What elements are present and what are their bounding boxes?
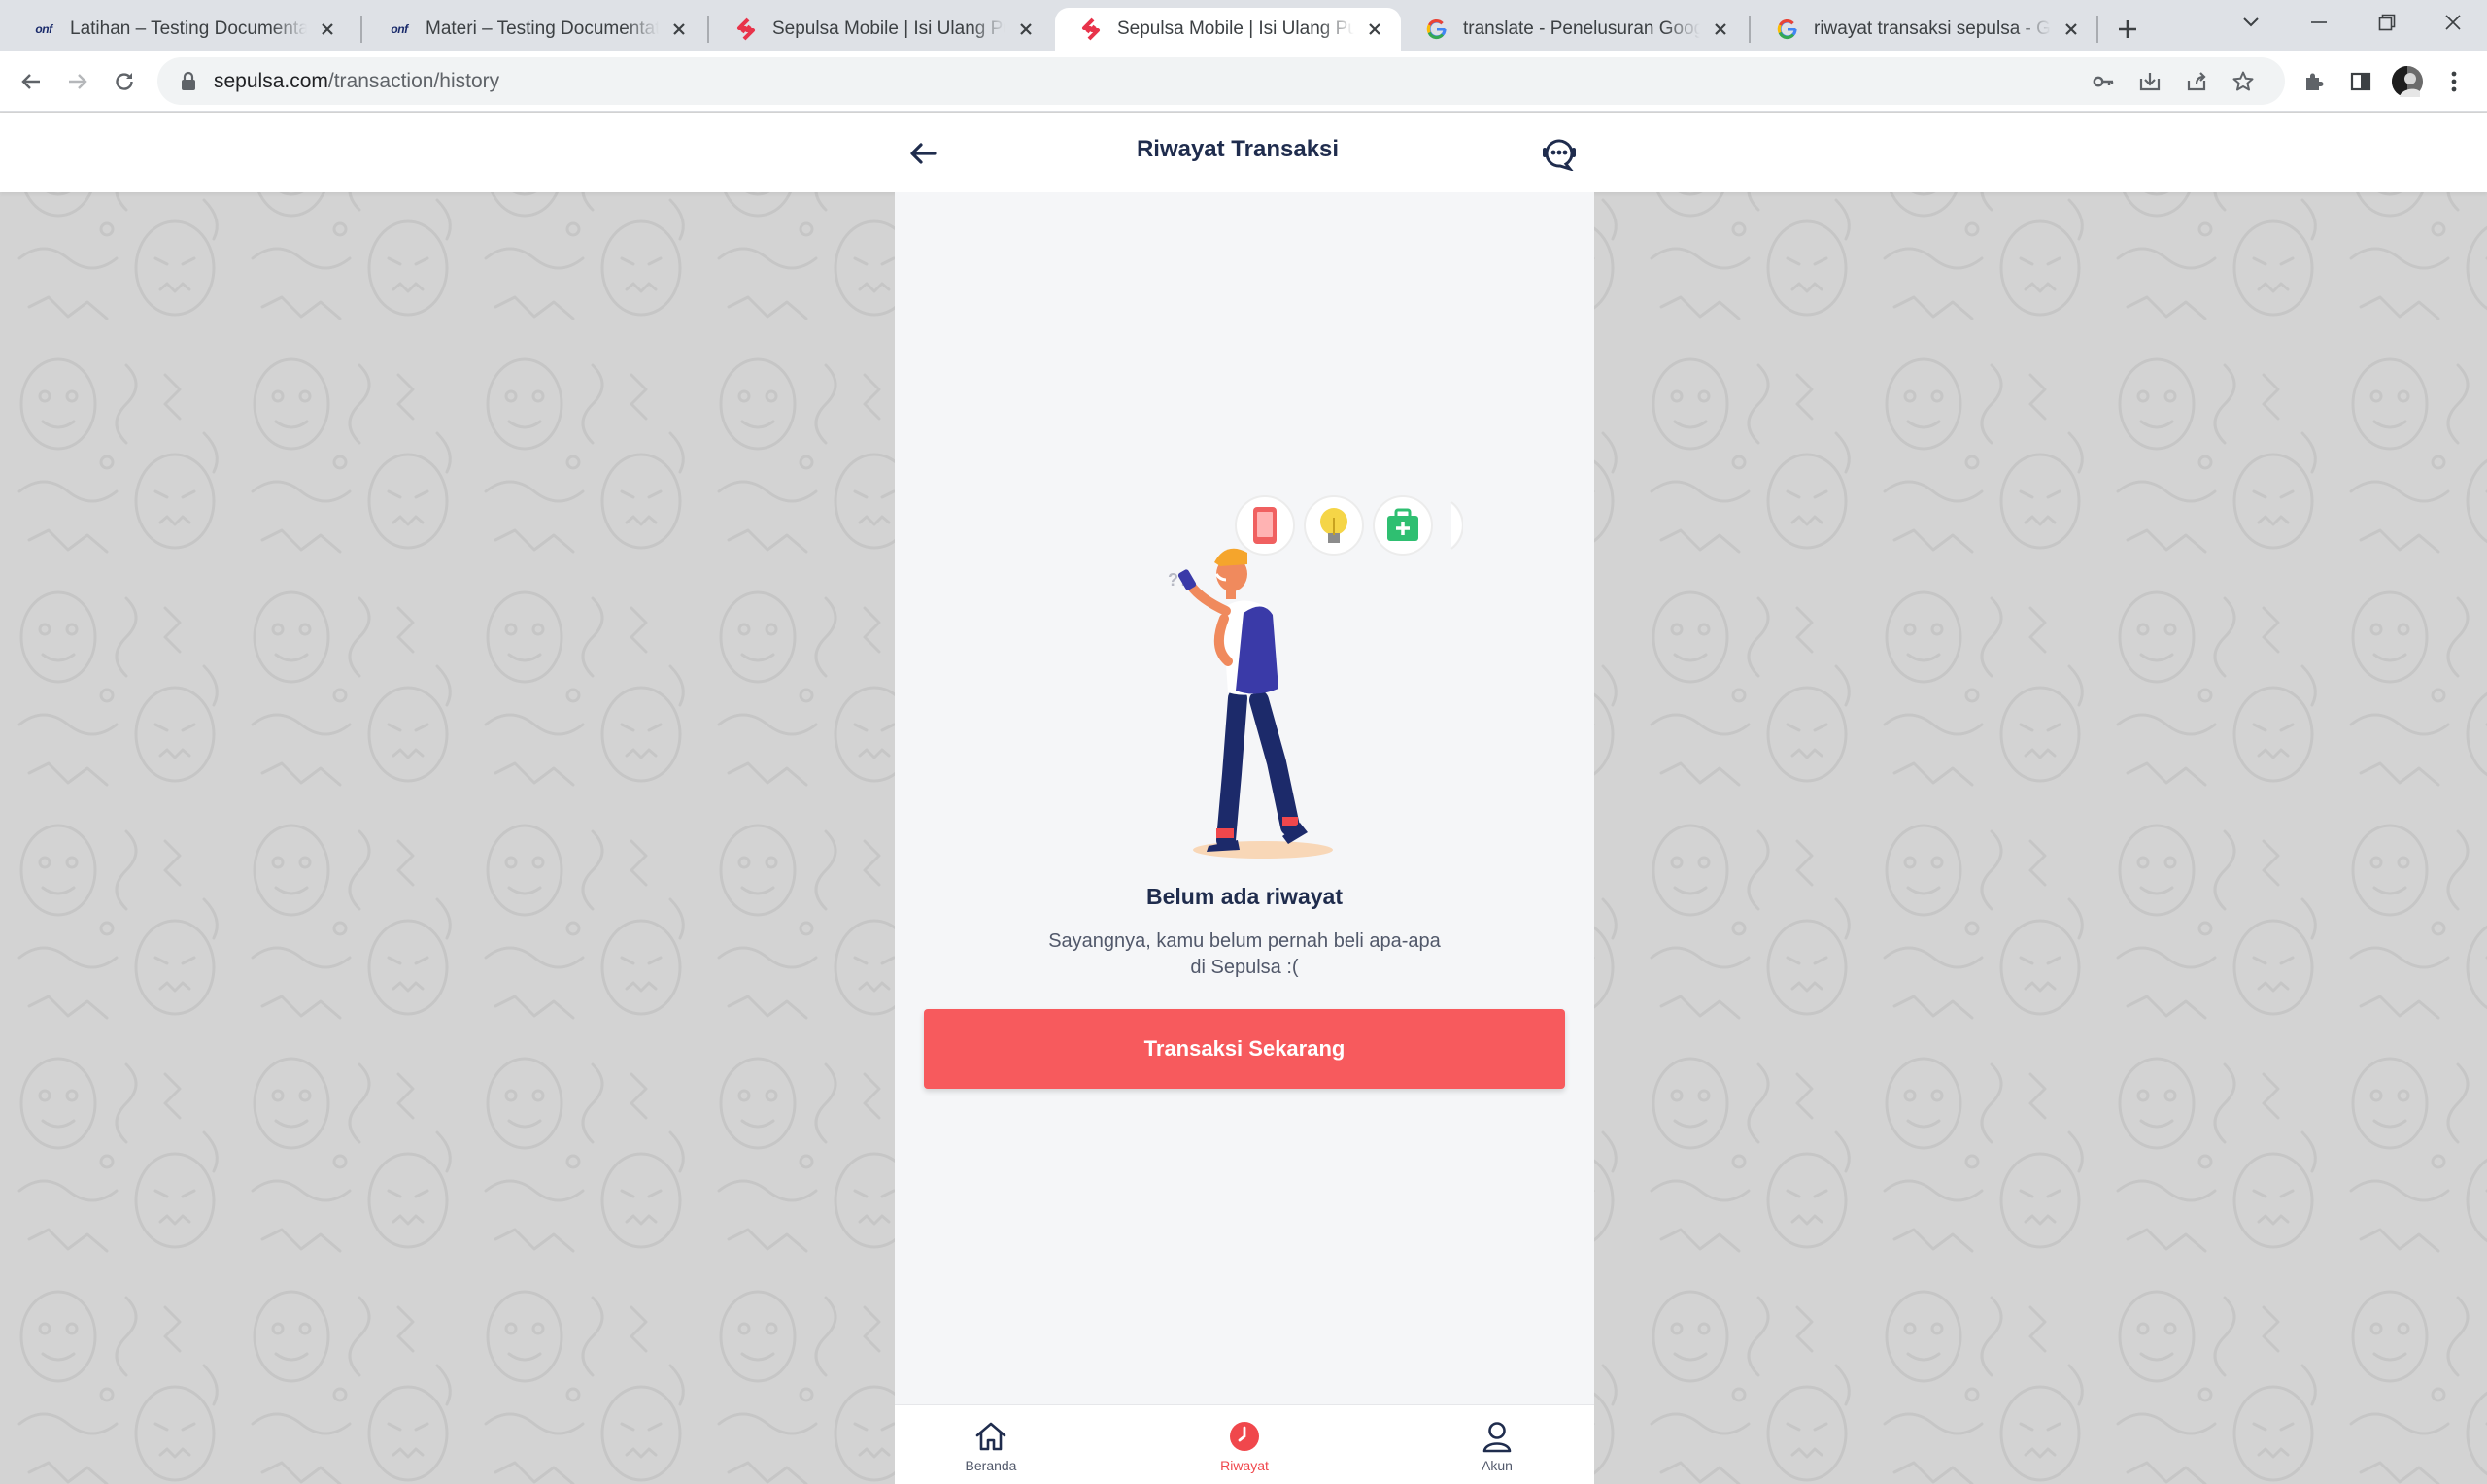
restore-button[interactable] xyxy=(2353,0,2421,45)
history-icon xyxy=(1227,1419,1262,1454)
browser-toolbar: sepulsa.com/transaction/history xyxy=(0,51,2487,112)
sepulsa-logo-icon xyxy=(1078,17,1104,42)
tab-search-button[interactable] xyxy=(2217,0,2285,45)
url-text[interactable]: sepulsa.com/transaction/history xyxy=(214,70,499,93)
close-icon[interactable] xyxy=(666,17,692,42)
page-title: Riwayat Transaksi xyxy=(1136,136,1340,162)
browser-tab[interactable]: onf Materi – Testing Documentation xyxy=(363,8,705,51)
tab-title: translate - Penelusuran Google xyxy=(1463,18,1700,39)
nav-label: Beranda xyxy=(965,1458,1017,1473)
install-app-icon[interactable] xyxy=(2135,67,2164,96)
url-path: /transaction/history xyxy=(327,69,500,92)
key-icon[interactable] xyxy=(2089,67,2118,96)
empty-state-subtitle-line: di Sepulsa :( xyxy=(1190,957,1299,978)
empty-state-title: Belum ada riwayat xyxy=(1146,884,1343,909)
user-icon xyxy=(1480,1419,1515,1454)
lock-icon xyxy=(182,71,195,90)
phone-bubble-icon xyxy=(1235,495,1295,556)
tab-title: Sepulsa Mobile | Isi Ulang Pulsa S xyxy=(1117,18,1354,39)
onf-logo-icon: onf xyxy=(391,22,408,36)
tab-title: Materi – Testing Documentation xyxy=(426,18,659,39)
close-icon[interactable] xyxy=(2059,17,2084,42)
sepulsa-logo-icon xyxy=(733,17,759,42)
transaksi-sekarang-button[interactable]: Transaksi Sekarang xyxy=(924,1009,1565,1089)
empty-state-subtitle: Sayangnya, kamu belum pernah beli apa-ap… xyxy=(1040,928,1448,981)
close-icon[interactable] xyxy=(1013,17,1039,42)
close-icon[interactable] xyxy=(1362,17,1387,42)
home-icon xyxy=(973,1419,1008,1454)
tab-title: riwayat transaksi sepulsa - Googl xyxy=(1814,18,2051,39)
medical-bag-bubble-icon xyxy=(1373,495,1433,556)
extensions-puzzle-icon[interactable] xyxy=(2293,60,2335,103)
back-arrow-icon[interactable] xyxy=(10,60,52,103)
address-bar[interactable]: sepulsa.com/transaction/history xyxy=(157,57,2285,105)
url-domain: sepulsa.com xyxy=(214,69,328,92)
side-panel-icon[interactable] xyxy=(2339,60,2382,103)
nav-item-beranda[interactable]: Beranda xyxy=(933,1419,1049,1473)
close-icon[interactable] xyxy=(315,17,340,42)
reload-icon[interactable] xyxy=(103,60,146,103)
minimize-button[interactable] xyxy=(2285,0,2353,45)
close-window-button[interactable] xyxy=(2419,0,2487,45)
tab-title: Sepulsa Mobile | Isi Ulang Pulsa S xyxy=(772,18,1005,39)
nav-item-riwayat[interactable]: Riwayat xyxy=(1186,1419,1303,1473)
new-tab-button[interactable] xyxy=(2108,10,2147,49)
more-menu-icon[interactable] xyxy=(2433,60,2475,103)
browser-tab-active[interactable]: Sepulsa Mobile | Isi Ulang Pulsa S xyxy=(1055,8,1401,51)
cut-off-bubble-icon xyxy=(1450,501,1463,550)
nav-label: Akun xyxy=(1482,1458,1513,1473)
google-logo-icon xyxy=(1775,17,1800,42)
nav-label: Riwayat xyxy=(1220,1458,1269,1473)
app-header: Riwayat Transaksi xyxy=(0,113,2487,192)
bookmark-star-icon[interactable] xyxy=(2229,67,2258,96)
bottom-navigation: Beranda Riwayat Akun xyxy=(895,1404,1594,1484)
lightbulb-bubble-icon xyxy=(1304,495,1364,556)
empty-state-subtitle-line: Sayangnya, kamu belum pernah beli apa-ap… xyxy=(1048,930,1441,952)
onf-logo-icon: onf xyxy=(35,22,52,36)
tab-title: Latihan – Testing Documentation xyxy=(70,18,307,39)
browser-tab[interactable]: Sepulsa Mobile | Isi Ulang Pulsa S xyxy=(710,8,1052,51)
empty-history-illustration: ?? xyxy=(1168,495,1463,859)
tab-separator xyxy=(1749,16,1751,43)
google-logo-icon xyxy=(1424,17,1449,42)
tab-separator xyxy=(2096,16,2098,43)
browser-tab-strip: onf Latihan – Testing Documentation onf … xyxy=(0,0,2487,51)
nav-item-akun[interactable]: Akun xyxy=(1439,1419,1555,1473)
forward-arrow-icon[interactable] xyxy=(56,60,99,103)
browser-tab[interactable]: riwayat transaksi sepulsa - Googl xyxy=(1752,8,2097,51)
profile-avatar[interactable] xyxy=(2386,60,2429,103)
close-icon[interactable] xyxy=(1708,17,1733,42)
tab-separator xyxy=(707,16,709,43)
back-arrow-icon[interactable] xyxy=(903,134,942,173)
browser-tab[interactable]: translate - Penelusuran Google xyxy=(1401,8,1747,51)
share-icon[interactable] xyxy=(2182,67,2211,96)
customer-service-chat-icon[interactable] xyxy=(1539,132,1580,173)
tab-separator xyxy=(360,16,362,43)
browser-tab[interactable]: onf Latihan – Testing Documentation xyxy=(8,8,354,51)
